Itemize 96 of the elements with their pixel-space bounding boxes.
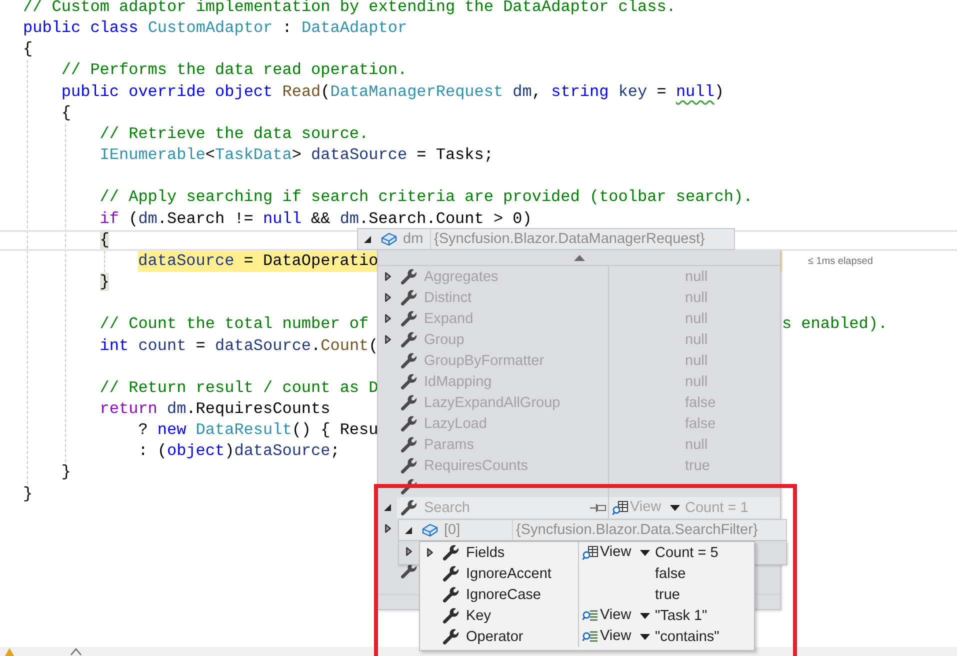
wrench-icon — [442, 544, 460, 562]
wrench-icon — [442, 606, 460, 624]
property-value: "contains" — [655, 628, 720, 644]
caret-icon — [640, 634, 650, 640]
wrench-icon — [400, 268, 418, 286]
wrench-icon — [400, 372, 418, 390]
cube-icon — [381, 232, 397, 246]
property-name: IgnoreAccent — [466, 566, 552, 582]
property-name: Expand — [424, 310, 474, 326]
type-name: {Syncfusion.Blazor.DataManagerRequest} — [434, 231, 705, 247]
wrench-icon — [400, 478, 418, 496]
property-name: IdMapping — [424, 374, 492, 390]
code-line: // Apply searching if search criteria are provided (toolbar search). — [100, 187, 753, 208]
code-line: return dm.RequiresCounts — [100, 398, 330, 420]
code-line: // Count the total number of — [100, 314, 369, 336]
property-value: Count = 5 — [655, 544, 718, 560]
wrench-icon — [400, 436, 418, 454]
expand-arrow-icon[interactable] — [384, 293, 390, 302]
property-name: Group — [424, 332, 464, 348]
magnifier-grid-icon — [612, 500, 628, 516]
property-value: false — [685, 394, 716, 410]
wrench-icon — [400, 498, 418, 516]
property-value: null — [685, 352, 708, 368]
code-fragment: s enabled). — [782, 314, 888, 336]
code-line: { — [61, 102, 71, 124]
property-value: true — [685, 458, 710, 474]
property-value: null — [685, 310, 708, 326]
property-name: Distinct — [424, 290, 472, 306]
expand-arrow-icon[interactable] — [406, 547, 412, 556]
wrench-icon — [400, 330, 418, 348]
property-name: RequiresCounts — [424, 458, 528, 474]
property-name: GroupByFormatter — [424, 352, 544, 368]
property-name: IgnoreCase — [466, 586, 541, 602]
wrench-icon — [442, 586, 460, 604]
magnifier-lines-icon — [582, 608, 598, 624]
warning-icon — [5, 648, 14, 656]
variable-name: [0] — [444, 522, 460, 538]
code-line: : (object)dataSource; — [137, 441, 340, 462]
cube-icon — [422, 523, 438, 537]
code-line: ? new DataResult() { Resu — [137, 420, 378, 442]
expanded-arrow-icon[interactable] — [384, 504, 391, 511]
view-dropdown[interactable]: View — [582, 544, 650, 560]
wrench-icon — [400, 288, 418, 306]
code-line: public override object Read(DataManagerRequest dm, string key = null) — [61, 82, 724, 103]
property-name: Key — [466, 608, 491, 624]
code-line: // Performs the data read operation. — [61, 60, 408, 82]
property-value: null — [685, 436, 708, 452]
view-dropdown[interactable]: View — [582, 608, 650, 624]
property-value: null — [685, 374, 708, 390]
property-name: Operator — [466, 628, 524, 644]
wrench-icon — [400, 414, 418, 432]
expand-arrow-icon[interactable] — [384, 314, 390, 323]
type-name: {Syncfusion.Blazor.Data.SearchFilter} — [516, 522, 758, 538]
property-value: true — [655, 586, 680, 602]
scroll-up-arrow-icon[interactable] — [574, 254, 584, 260]
magnifier-lines-icon — [582, 628, 598, 644]
expand-arrow-icon[interactable] — [426, 548, 432, 557]
property-name: LazyExpandAllGroup — [424, 394, 560, 410]
wrench-icon — [400, 352, 418, 370]
property-name: Fields — [466, 544, 505, 560]
wrench-icon — [442, 628, 460, 646]
property-name: Params — [424, 436, 474, 452]
property-value: false — [655, 566, 686, 582]
elapsed-time-label: ≤ 1ms elapsed — [808, 254, 873, 269]
wrench-icon — [400, 310, 418, 328]
property-value: false — [685, 416, 716, 432]
expand-arrow-icon[interactable] — [384, 524, 390, 533]
property-value: "Task 1" — [655, 608, 708, 624]
code-line: IEnumerable<TaskData> dataSource = Tasks; — [100, 145, 494, 166]
magnifier-grid-icon — [582, 544, 598, 560]
wrench-icon — [400, 456, 418, 474]
property-value: null — [685, 290, 708, 306]
caret-icon — [640, 550, 650, 556]
code-line: // Return result / count as D — [100, 378, 378, 399]
expanded-arrow-icon[interactable] — [364, 236, 371, 242]
expand-arrow-icon[interactable] — [384, 335, 390, 344]
property-value: null — [685, 332, 708, 348]
code-line: // Retrieve the data source. — [100, 124, 369, 145]
code-line: int count = dataSource.Count( — [100, 336, 378, 356]
wrench-icon — [442, 564, 460, 582]
property-name: LazyLoad — [424, 416, 487, 432]
expand-arrow-icon[interactable] — [384, 272, 390, 281]
view-dropdown[interactable]: View — [582, 628, 650, 644]
caret-icon — [640, 612, 650, 618]
property-name: Search — [424, 500, 470, 516]
caret-icon — [670, 504, 680, 510]
expanded-arrow-icon[interactable] — [405, 526, 412, 534]
code-line: if (dm.Search != null && dm.Search.Count > 0) — [100, 208, 532, 230]
code-line: } — [23, 484, 33, 505]
code-line: { — [23, 39, 33, 60]
code-line: public class CustomAdaptor : DataAdaptor — [23, 18, 408, 40]
pin-icon[interactable] — [590, 502, 606, 512]
code-line: } — [61, 462, 71, 484]
variable-name: dm — [403, 231, 424, 247]
wrench-icon — [400, 394, 418, 412]
property-value: Count = 1 — [685, 500, 748, 516]
